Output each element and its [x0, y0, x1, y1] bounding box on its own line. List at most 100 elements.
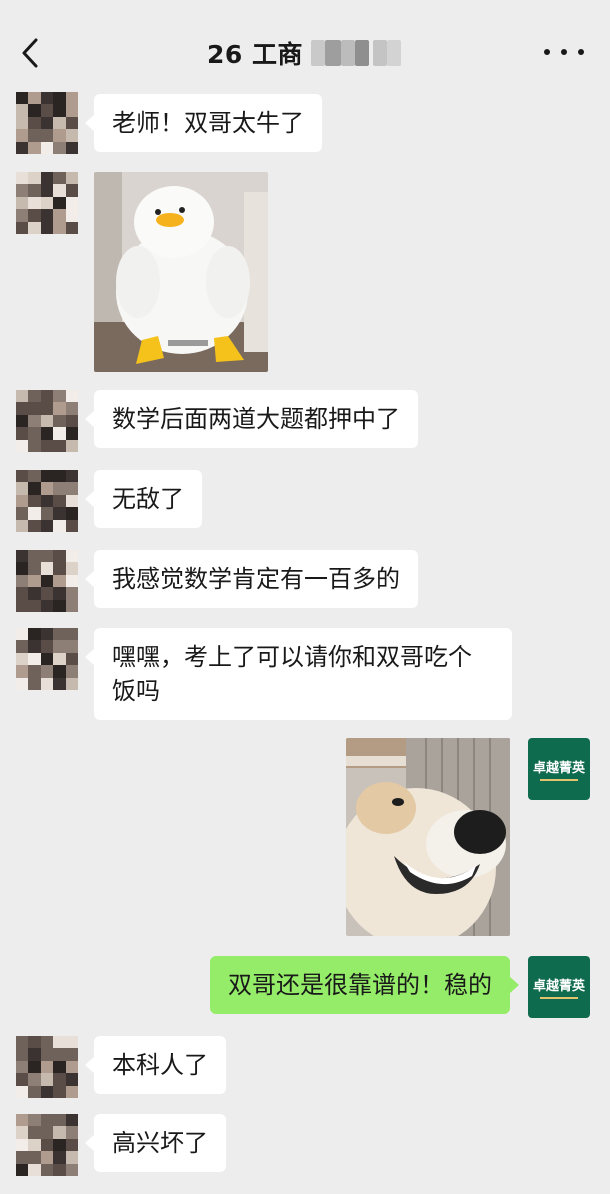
avatar-mosaic-cell [16, 652, 29, 666]
message-bubble[interactable]: 本科人了 [85, 1036, 226, 1094]
avatar-mosaic-cell [28, 439, 41, 452]
avatar-mosaic-cell [16, 439, 29, 452]
avatar-mosaic-cell [28, 550, 41, 563]
contact-avatar[interactable] [16, 628, 78, 690]
avatar-mosaic-cell [16, 1085, 29, 1098]
avatar-mosaic-cell [16, 402, 29, 415]
message-bubble-outgoing[interactable]: 双哥还是很靠谱的！稳的 [210, 956, 519, 1014]
contact-avatar[interactable] [16, 550, 78, 612]
avatar-mosaic-cell [16, 141, 29, 154]
smiling-dog-photo [346, 738, 510, 936]
avatar-mosaic-cell [40, 1085, 54, 1098]
contact-avatar[interactable] [16, 390, 78, 452]
avatar-mosaic-cell [16, 196, 29, 210]
avatar-mosaic-cell [28, 470, 41, 483]
avatar-mosaic-cell [65, 402, 78, 415]
avatar-mosaic-cell [53, 470, 66, 483]
title-redacted-mosaic [311, 40, 403, 66]
avatar-mosaic-cell [28, 1114, 41, 1127]
message-bubble[interactable]: 嘿嘿，考上了可以请你和双哥吃个饭吗 [85, 628, 512, 720]
self-avatar[interactable]: 卓越菁英 [528, 956, 590, 1018]
avatar-mosaic-cell [16, 507, 29, 520]
avatar-mosaic-cell [28, 628, 41, 641]
avatar-mosaic-cell [16, 494, 29, 508]
image-message[interactable] [346, 738, 510, 936]
avatar-mosaic-cell [65, 665, 78, 678]
avatar-mosaic-cell [16, 172, 29, 185]
avatar-mosaic-cell [40, 494, 54, 508]
avatar-mosaic-cell [65, 1114, 78, 1127]
avatar-mosaic-cell [16, 221, 29, 234]
message-bubble[interactable]: 老师！双哥太牛了 [85, 94, 322, 152]
avatar-mosaic-cell [16, 640, 29, 653]
dot-icon [578, 49, 584, 55]
avatar-mosaic-cell [53, 196, 66, 210]
avatar-mosaic-cell [65, 470, 78, 483]
avatar-mosaic-cell [65, 104, 78, 117]
message-bubble[interactable]: 数学后面两道大题都押中了 [85, 390, 418, 448]
avatar-mosaic-cell [40, 652, 54, 666]
avatar-mosaic-cell [28, 209, 41, 222]
avatar-mosaic-cell [65, 209, 78, 222]
contact-avatar[interactable] [16, 470, 78, 532]
avatar-mosaic-cell [16, 116, 29, 130]
avatar-mosaic-cell [65, 1126, 78, 1139]
avatar-mosaic-cell [40, 1138, 54, 1152]
self-avatar[interactable]: 卓越菁英 [528, 738, 590, 800]
avatar-mosaic-cell [53, 1060, 66, 1074]
avatar-mosaic-cell [53, 587, 66, 600]
avatar-mosaic-cell [53, 209, 66, 222]
avatar-mosaic-cell [40, 550, 54, 563]
avatar-mosaic-cell [40, 587, 54, 600]
logo-text: 卓越菁英 [532, 979, 585, 994]
avatar-mosaic-cell [28, 196, 41, 210]
avatar-mosaic-cell [16, 599, 29, 612]
logo-text: 卓越菁英 [532, 761, 585, 776]
avatar-mosaic-cell [53, 1036, 66, 1049]
avatar-mosaic-cell [40, 141, 54, 154]
avatar-mosaic-cell [40, 1163, 54, 1176]
avatar-mosaic-cell [40, 507, 54, 520]
avatar-mosaic-cell [40, 1036, 54, 1049]
avatar-mosaic-cell [28, 494, 41, 508]
message-text: 嘿嘿，考上了可以请你和双哥吃个饭吗 [112, 643, 472, 705]
avatar-mosaic-cell [28, 587, 41, 600]
message-bubble[interactable]: 无敌了 [85, 470, 202, 528]
image-message[interactable] [94, 172, 268, 372]
avatar-mosaic-cell [40, 116, 54, 130]
message-bubble[interactable]: 高兴坏了 [85, 1114, 226, 1172]
avatar-mosaic-cell [53, 427, 66, 440]
avatar-mosaic-cell [65, 587, 78, 600]
message-bubble[interactable]: 我感觉数学肯定有一百多的 [85, 550, 418, 608]
avatar-mosaic-cell [40, 628, 54, 641]
avatar-mosaic-cell [53, 665, 66, 678]
avatar-mosaic-cell [28, 116, 41, 130]
contact-avatar[interactable] [16, 172, 78, 234]
avatar-mosaic-cell [28, 1138, 41, 1152]
avatar-mosaic-cell [65, 390, 78, 403]
avatar-mosaic-cell [40, 92, 54, 105]
avatar-mosaic-cell [53, 92, 66, 105]
chat-title: 26 工商 [207, 40, 303, 69]
avatar-mosaic-cell [28, 390, 41, 403]
avatar-mosaic-cell [16, 470, 29, 483]
avatar-mosaic-cell [28, 1163, 41, 1176]
avatar-mosaic-cell [28, 519, 41, 532]
avatar-mosaic-cell [65, 184, 78, 197]
avatar-mosaic-cell [28, 1036, 41, 1049]
avatar-mosaic-cell [65, 599, 78, 612]
contact-avatar[interactable] [16, 92, 78, 154]
avatar-mosaic-cell [53, 482, 66, 495]
avatar-mosaic-cell [65, 550, 78, 563]
avatar-mosaic-cell [65, 482, 78, 495]
contact-avatar[interactable] [16, 1036, 78, 1098]
avatar-mosaic-cell [28, 427, 41, 440]
avatar-mosaic-cell [65, 427, 78, 440]
avatar-mosaic-cell [53, 494, 66, 508]
more-options-button[interactable] [544, 40, 584, 64]
avatar-mosaic-cell [65, 519, 78, 532]
contact-avatar[interactable] [16, 1114, 78, 1176]
avatar-mosaic-cell [40, 599, 54, 612]
avatar-mosaic-cell [40, 640, 54, 653]
avatar-mosaic-cell [16, 587, 29, 600]
